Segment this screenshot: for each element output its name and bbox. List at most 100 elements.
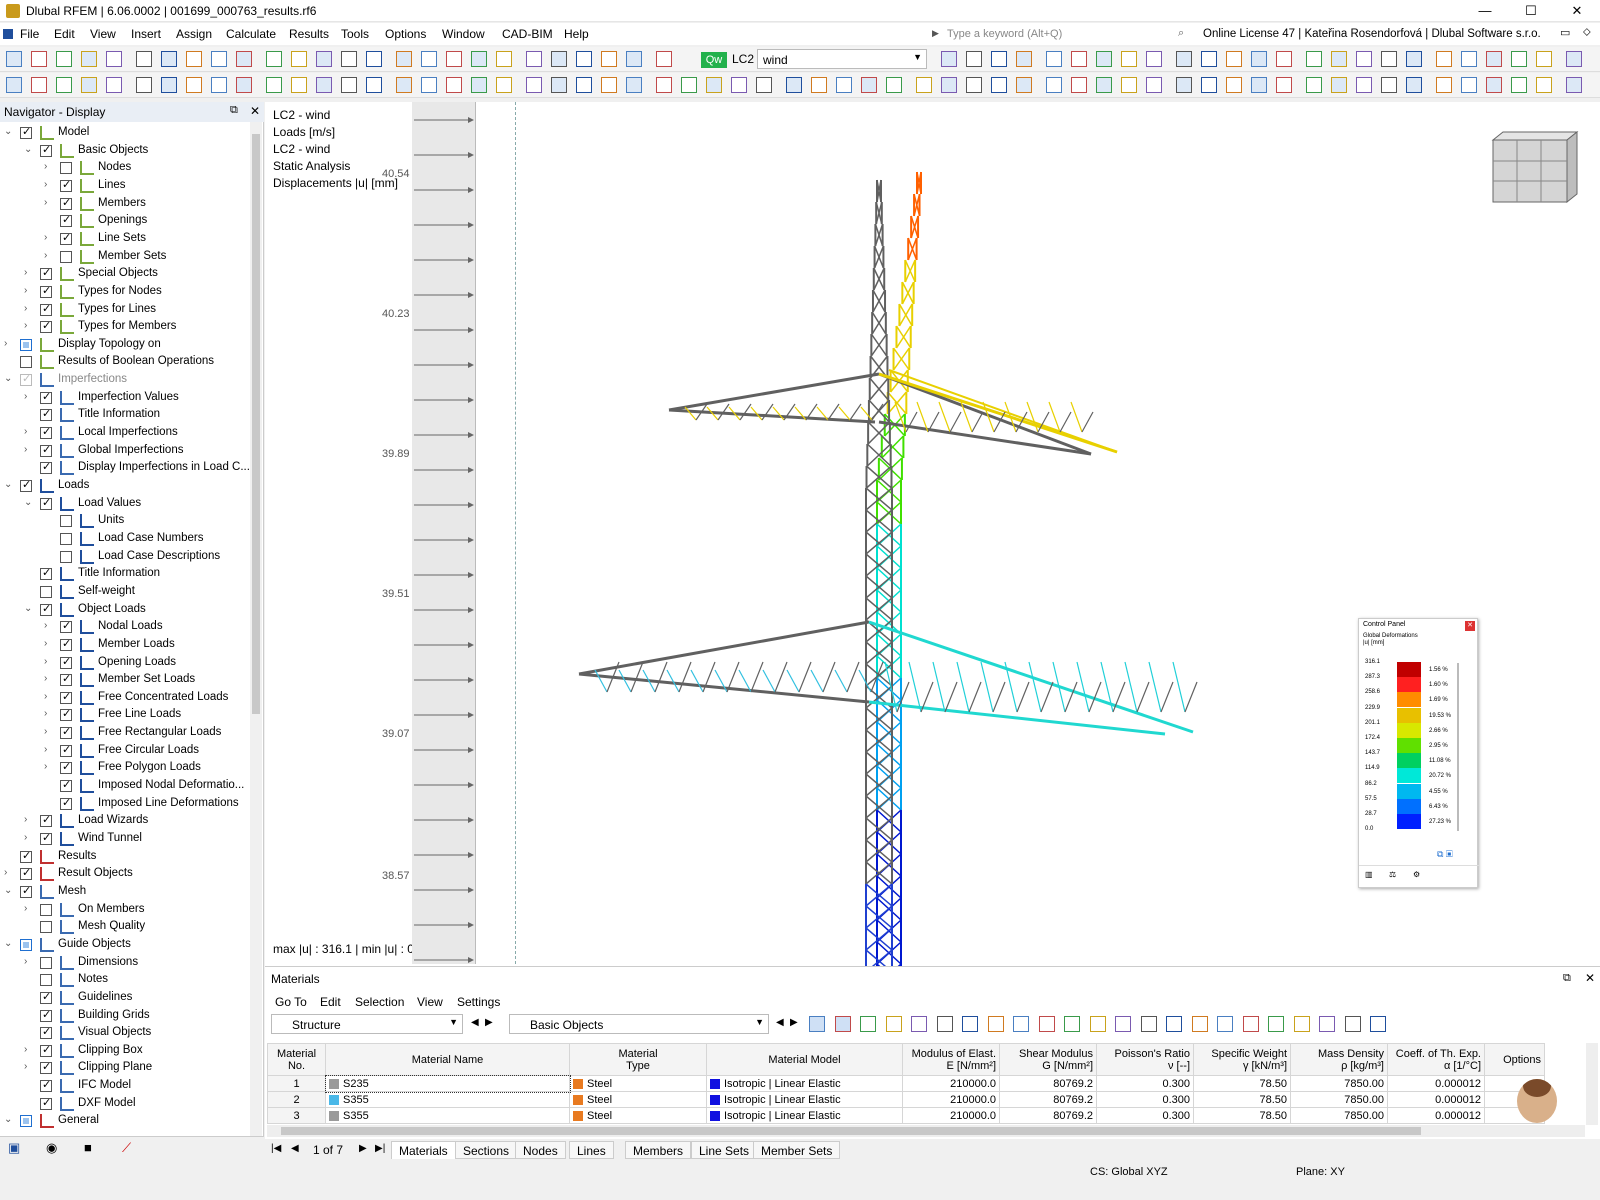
- tree-item[interactable]: ⌄ Mesh: [0, 883, 250, 901]
- toolbar-tool-icon[interactable]: [1071, 77, 1087, 93]
- tree-item[interactable]: › Load Wizards: [0, 812, 250, 830]
- toolbar-tool-icon[interactable]: [81, 51, 97, 67]
- material-rho[interactable]: 7850.00: [1290, 1091, 1388, 1108]
- tree-item[interactable]: Imposed Nodal Deformatio...: [0, 777, 250, 795]
- navigator-scrollbar[interactable]: [250, 122, 262, 1152]
- tree-item[interactable]: › Global Imperfections: [0, 442, 250, 460]
- tree-checkbox[interactable]: [40, 443, 52, 457]
- toolbar-tool-icon[interactable]: [1176, 77, 1192, 93]
- menu-window[interactable]: Window: [442, 27, 485, 41]
- toolbar-tool-icon[interactable]: [811, 77, 827, 93]
- table-tool-icon[interactable]: [834, 1016, 851, 1032]
- table-tool-icon[interactable]: [1191, 1016, 1208, 1032]
- material-type-cell[interactable]: Steel: [569, 1075, 707, 1092]
- toolbar-tool-icon[interactable]: [656, 77, 672, 93]
- chevron-down-icon[interactable]: ⌄: [4, 885, 14, 896]
- tree-checkbox[interactable]: [60, 250, 72, 263]
- tree-item[interactable]: Title Information: [0, 406, 250, 424]
- toolbar-tool-icon[interactable]: [291, 77, 307, 93]
- chevron-right-icon[interactable]: ›: [24, 814, 34, 825]
- table-tool-icon[interactable]: [987, 1016, 1004, 1032]
- toolbar-tool-icon[interactable]: [1461, 51, 1477, 67]
- tree-item[interactable]: Openings: [0, 212, 250, 230]
- toolbar-tool-icon[interactable]: [1276, 77, 1292, 93]
- results-tab-icon[interactable]: ⟋: [122, 1140, 131, 1156]
- menu-options[interactable]: Options: [385, 27, 426, 41]
- toolbar-tool-icon[interactable]: [6, 77, 22, 93]
- tree-item[interactable]: Title Information: [0, 565, 250, 583]
- scrollbar-thumb[interactable]: [281, 1127, 1421, 1135]
- tree-checkbox[interactable]: [20, 884, 32, 898]
- toolbar-tool-icon[interactable]: [681, 77, 697, 93]
- control-panel[interactable]: Control Panel ✕ Global Deformations |u| …: [1358, 618, 1479, 888]
- column-header[interactable]: Material No.: [267, 1043, 326, 1076]
- tree-item[interactable]: › Lines: [0, 177, 250, 195]
- load-case-select[interactable]: wind ▼: [757, 49, 927, 69]
- table-tool-icon[interactable]: [1140, 1016, 1157, 1032]
- tree-checkbox[interactable]: [60, 690, 72, 704]
- toolbar-tool-icon[interactable]: [1486, 77, 1502, 93]
- toolbar-tool-icon[interactable]: [396, 51, 412, 67]
- search-input[interactable]: Type a keyword (Alt+Q): [945, 25, 1175, 43]
- tree-item[interactable]: Notes: [0, 971, 250, 989]
- tree-checkbox[interactable]: [40, 585, 52, 598]
- toolbar-tool-icon[interactable]: [1356, 51, 1372, 67]
- toolbar-tool-icon[interactable]: [601, 77, 617, 93]
- chevron-right-icon[interactable]: ›: [44, 161, 54, 172]
- tree-item[interactable]: › Wind Tunnel: [0, 830, 250, 848]
- toolbar-tool-icon[interactable]: [136, 77, 152, 93]
- scrollbar-thumb[interactable]: [252, 134, 260, 714]
- tree-item[interactable]: Units: [0, 512, 250, 530]
- tree-item[interactable]: Mesh Quality: [0, 918, 250, 936]
- toolbar-tool-icon[interactable]: [266, 77, 282, 93]
- toolbar-tool-icon[interactable]: [526, 77, 542, 93]
- tree-item[interactable]: › Member Sets: [0, 248, 250, 266]
- tree-checkbox[interactable]: [20, 478, 32, 492]
- toolbar-tool-icon[interactable]: [316, 77, 332, 93]
- structure-select[interactable]: Structure ▼: [271, 1014, 463, 1034]
- chevron-right-icon[interactable]: ›: [24, 444, 34, 455]
- toolbar-tool-icon[interactable]: [786, 77, 802, 93]
- tree-checkbox[interactable]: [40, 956, 52, 969]
- material-alpha[interactable]: 0.000012: [1387, 1107, 1485, 1124]
- toolbar-tool-icon[interactable]: [1511, 77, 1527, 93]
- tree-item[interactable]: Results: [0, 848, 250, 866]
- chevron-right-icon[interactable]: ›: [44, 250, 54, 261]
- toolbar-tool-icon[interactable]: [551, 51, 567, 67]
- prev-arrow-icon[interactable]: ◀: [471, 1017, 479, 1028]
- tree-checkbox[interactable]: [40, 319, 52, 334]
- materials-menu-goto[interactable]: Go To: [275, 995, 307, 1009]
- toolbar-tool-icon[interactable]: [1436, 77, 1452, 93]
- toolbar-tool-icon[interactable]: [341, 77, 357, 93]
- table-tool-icon[interactable]: [1242, 1016, 1259, 1032]
- materials-menu-settings[interactable]: Settings: [457, 995, 500, 1009]
- table-tool-icon[interactable]: [911, 1016, 927, 1032]
- tree-item[interactable]: › Line Sets: [0, 230, 250, 248]
- toolbar-tool-icon[interactable]: [626, 51, 642, 67]
- toolbar-tool-icon[interactable]: [1511, 51, 1527, 67]
- chevron-right-icon[interactable]: ›: [44, 620, 54, 631]
- toolbar-tool-icon[interactable]: [211, 51, 227, 67]
- chevron-down-icon[interactable]: ⌄: [4, 126, 14, 137]
- table-tool-icon[interactable]: [885, 1016, 902, 1032]
- material-gam[interactable]: 78.50: [1193, 1107, 1291, 1124]
- tree-item[interactable]: DXF Model: [0, 1095, 250, 1113]
- tree-checkbox[interactable]: [20, 1115, 32, 1128]
- table-row[interactable]: 3 S355 Steel Isotropic | Linear Elastic 2100…: [267, 1107, 1545, 1124]
- tree-item[interactable]: › Free Circular Loads: [0, 742, 250, 760]
- tree-checkbox[interactable]: [40, 1060, 52, 1075]
- material-type-cell[interactable]: Steel: [569, 1091, 707, 1108]
- chevron-right-icon[interactable]: ›: [24, 267, 34, 278]
- table-row[interactable]: 1 S235 Steel Isotropic | Linear Elastic 2100…: [267, 1074, 1545, 1093]
- toolbar-tool-icon[interactable]: [1016, 51, 1032, 67]
- tree-checkbox[interactable]: [60, 778, 72, 793]
- toolbar-tool-icon[interactable]: [1176, 51, 1192, 67]
- tree-item[interactable]: › Display Topology on: [0, 336, 250, 354]
- material-nu[interactable]: 0.300: [1096, 1091, 1194, 1108]
- toolbar-tool-icon[interactable]: [1276, 51, 1292, 67]
- toolbar-tool-icon[interactable]: [886, 77, 902, 93]
- chevron-right-icon[interactable]: ›: [24, 1044, 34, 1055]
- first-page-icon[interactable]: |◀: [271, 1143, 281, 1154]
- materials-menu-selection[interactable]: Selection: [355, 995, 404, 1009]
- column-header[interactable]: Shear Modulus G [N/mm²]: [999, 1043, 1097, 1076]
